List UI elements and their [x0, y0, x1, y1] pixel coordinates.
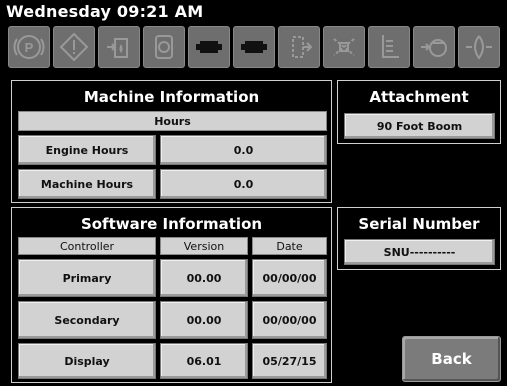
- parking-brake-icon[interactable]: P: [8, 26, 50, 68]
- software-info-title: Software Information: [80, 215, 263, 233]
- hydraulic-pump-icon[interactable]: [278, 26, 320, 68]
- attachment-title: Attachment: [369, 88, 469, 106]
- machine-info-panel: Machine Information Hours Engine Hours 0…: [11, 80, 332, 203]
- hydraulic-filter-icon[interactable]: [143, 26, 185, 68]
- primary-date: 00/00/00: [252, 259, 327, 297]
- software-info-panel: Software Information Controller Version …: [11, 207, 332, 383]
- attachment-panel: Attachment 90 Foot Boom: [337, 80, 501, 144]
- back-button[interactable]: Back: [402, 336, 501, 382]
- display-version: 06.01: [160, 343, 248, 379]
- primary-controller-label: Primary: [18, 259, 156, 297]
- status-icon-bar: P: [8, 26, 502, 72]
- secondary-controller-label: Secondary: [18, 301, 156, 339]
- display-controller-label: Display: [18, 343, 156, 379]
- hydraulic-oil-icon[interactable]: [413, 26, 455, 68]
- version-column-header: Version: [160, 237, 248, 255]
- serial-number-value: SNU----------: [344, 239, 495, 265]
- date-column-header: Date: [252, 237, 327, 255]
- engine-hours-label: Engine Hours: [18, 135, 156, 165]
- engine-2-icon[interactable]: [233, 26, 275, 68]
- engine-hours-value: 0.0: [160, 135, 327, 165]
- machine-info-title: Machine Information: [83, 88, 260, 106]
- engine-icon[interactable]: [188, 26, 230, 68]
- primary-version: 00.00: [160, 259, 248, 297]
- hours-header: Hours: [18, 111, 327, 131]
- warning-icon[interactable]: [53, 26, 95, 68]
- datetime: Wednesday 09:21 AM: [6, 2, 204, 21]
- secondary-version: 00.00: [160, 301, 248, 339]
- serial-number-panel: Serial Number SNU----------: [337, 207, 501, 270]
- spray-nozzle-icon[interactable]: [323, 26, 365, 68]
- secondary-date: 00/00/00: [252, 301, 327, 339]
- serial-number-title: Serial Number: [358, 215, 480, 233]
- controller-column-header: Controller: [18, 237, 156, 255]
- transmission-oil-icon[interactable]: [368, 26, 410, 68]
- display-date: 05/27/15: [252, 343, 327, 379]
- attachment-value: 90 Foot Boom: [344, 113, 495, 139]
- coolant-icon[interactable]: [458, 26, 500, 68]
- machine-hours-value: 0.0: [160, 169, 327, 199]
- fuel-filter-icon[interactable]: [98, 26, 140, 68]
- svg-text:P: P: [25, 40, 34, 55]
- machine-hours-label: Machine Hours: [18, 169, 156, 199]
